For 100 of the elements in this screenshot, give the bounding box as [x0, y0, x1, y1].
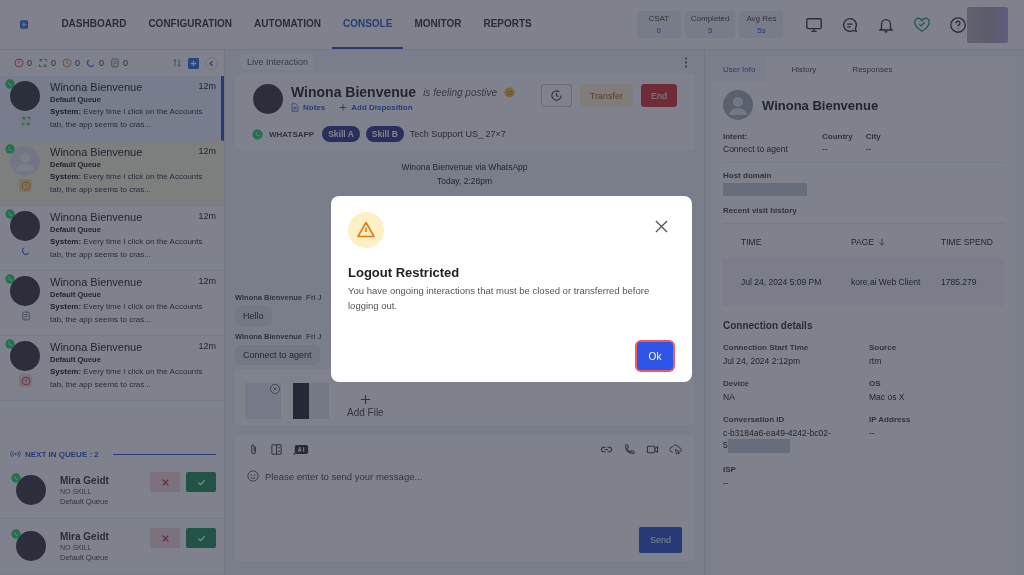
field-value: --: [869, 428, 875, 438]
accept-button[interactable]: [186, 472, 216, 492]
nav-tab[interactable]: AUTOMATION: [243, 0, 332, 49]
template-icon[interactable]: [270, 443, 283, 456]
alert-icon: [20, 375, 31, 386]
whatsapp-icon: [11, 529, 21, 539]
cloud-cursor-icon[interactable]: [669, 443, 682, 456]
date-text: Today, 2:28pm: [436, 176, 493, 186]
reject-button[interactable]: [150, 472, 180, 492]
message-preview: System: Every time I click on the Accounts tab, the app seems to cras...: [50, 301, 204, 326]
stat-value: 5s: [757, 26, 766, 35]
time-text: 12m: [198, 341, 216, 353]
dialog-message: You have ongoing interactions that must be closed or transferred before logging out.: [348, 284, 651, 313]
queue-name: Tech Support US_ 27×7: [409, 129, 506, 139]
document-icon: [291, 103, 299, 112]
nav-tab[interactable]: REPORTS: [472, 0, 543, 49]
nav-tab[interactable]: CONSOLE: [331, 0, 404, 49]
contact-name: Winona Bienvenue: [50, 146, 143, 158]
nav-tab[interactable]: CONFIGURATION: [137, 0, 244, 49]
skill-tag: Skill B: [365, 126, 404, 142]
clock-icon: [62, 58, 73, 68]
ok-button[interactable]: Ok: [637, 342, 673, 370]
emoji-icon[interactable]: [247, 470, 259, 482]
column-header: TIME SPEND: [941, 237, 994, 247]
nav-tab[interactable]: DASHBOARD: [50, 0, 138, 49]
monitor-icon[interactable]: [805, 15, 824, 34]
avatar-placeholder: [16, 475, 46, 505]
transfer-icon: [20, 115, 31, 126]
filter-count: 0: [51, 58, 57, 68]
reject-button[interactable]: [150, 528, 180, 548]
panel-tab[interactable]: Responses: [840, 56, 905, 82]
alert-icon: [14, 58, 24, 68]
field-value: Connect to agent: [723, 144, 789, 154]
message-preview: System: Every time I click on the Accounts tab, the app seems to cras...: [50, 171, 204, 196]
message-preview: System: Every time I click on the Accounts tab, the app seems to cras...: [50, 236, 204, 261]
sort-icon[interactable]: [172, 58, 182, 68]
broadcast-icon: [10, 450, 21, 458]
stat-label: Avg Res: [746, 14, 777, 23]
whatsapp-icon: [252, 128, 263, 140]
plus-icon: [339, 103, 348, 112]
filter-count: 0: [99, 58, 105, 68]
document-icon: [110, 58, 121, 68]
field-value: rtm: [869, 356, 882, 366]
moon-icon: [20, 245, 31, 256]
warning-icon: [348, 212, 384, 248]
message-bubble: Connect to agent: [235, 345, 320, 365]
section-label: Recent visit history: [723, 206, 797, 215]
skill-tag: Skill A: [322, 126, 360, 142]
end-button[interactable]: End: [641, 84, 677, 107]
filter-count: 0: [27, 58, 32, 68]
field-label: Conversation ID: [723, 415, 786, 424]
mood-text: is feeling postive: [423, 86, 498, 98]
close-icon[interactable]: [655, 220, 668, 233]
image-thumbnail[interactable]: [245, 383, 281, 419]
video-icon[interactable]: [646, 443, 659, 456]
time-text: 12m: [198, 276, 216, 288]
check-icon: [196, 533, 206, 543]
field-label: Country: [822, 132, 853, 141]
nav-tab[interactable]: MONITOR: [403, 0, 473, 49]
image-thumbnail[interactable]: [293, 383, 329, 419]
history-button[interactable]: [540, 84, 572, 107]
accept-button[interactable]: [186, 528, 216, 548]
channel-label: WHATSAPP: [269, 129, 315, 139]
field-label: City: [865, 132, 881, 141]
chat-icon[interactable]: [841, 15, 860, 34]
heart-check-icon[interactable]: [913, 15, 932, 34]
notes-link[interactable]: Notes: [291, 103, 326, 112]
collapse-icon[interactable]: [205, 56, 218, 70]
add-disposition-link[interactable]: Add Disposition: [339, 103, 413, 112]
send-button[interactable]: Send: [638, 527, 682, 553]
avatar-silhouette-icon: [10, 146, 40, 176]
message-preview: System: Every time I click on the Accounts tab, the app seems to cras...: [50, 106, 204, 131]
message-input[interactable]: Please enter to send your message...: [265, 470, 682, 482]
contact-name: Winona Bienvenue: [50, 276, 143, 288]
avatar-silhouette-icon: [723, 90, 753, 120]
add-file-button[interactable]: Add File: [341, 393, 390, 419]
column-header[interactable]: PAGE: [851, 237, 941, 247]
stat-value: 5: [707, 26, 713, 35]
add-icon[interactable]: [188, 57, 199, 69]
dialog-title: Logout Restricted: [348, 265, 461, 280]
time-text: 12m: [198, 211, 216, 223]
contact-name: Winona Bienvenue: [291, 84, 417, 100]
time-text: Fri J: [306, 332, 322, 341]
help-icon[interactable]: [949, 15, 968, 34]
field-value: --: [822, 144, 829, 154]
message-preview: System: Every time I click on the Accounts tab, the app seems to cras...: [50, 366, 204, 391]
phone-icon[interactable]: [623, 443, 636, 456]
channel-text: Winona Bienvenue via WhatsApp: [401, 162, 528, 172]
panel-tab[interactable]: Live Interaction: [241, 54, 315, 70]
ai-icon[interactable]: [293, 443, 309, 456]
stat-label: Completed: [690, 14, 730, 23]
avatar-placeholder: [16, 531, 46, 561]
profile-placeholder[interactable]: [967, 6, 1008, 43]
whatsapp-icon: [11, 473, 21, 483]
transfer-button[interactable]: Transfer: [579, 84, 633, 107]
filter-count: 0: [123, 58, 129, 68]
avatar-placeholder: [253, 84, 283, 114]
document-icon: [20, 310, 31, 321]
panel-tab[interactable]: History: [779, 56, 829, 82]
time-text: 12m: [198, 81, 216, 93]
